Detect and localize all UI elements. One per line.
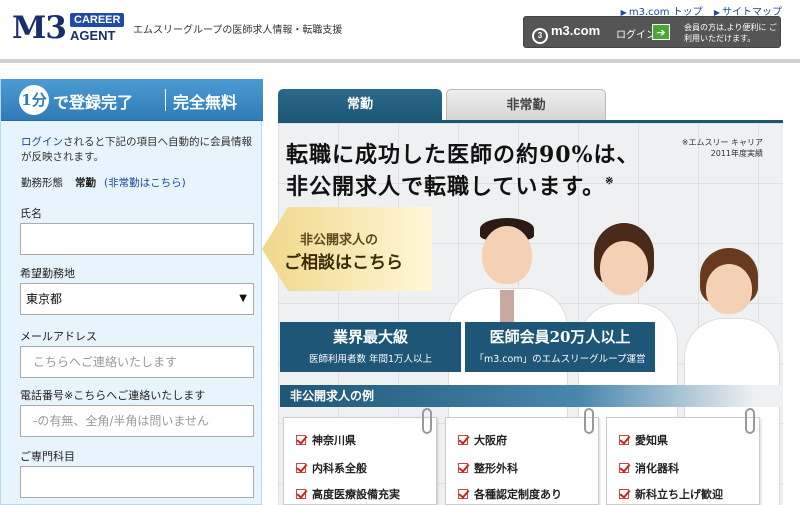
login-arrow-icon: ➔: [652, 24, 670, 40]
m3-brand: 3 m3.com: [532, 23, 600, 44]
stat-members-sub: 「m3.com」のエムスリーグループ運営: [474, 354, 646, 365]
example-item: 大阪府: [458, 432, 507, 448]
hero-headline-2: 非公開求人で転職しています。※: [286, 169, 615, 201]
paperclip-icon: [745, 408, 755, 434]
stat-largest-title: 業界最大級: [332, 328, 408, 346]
example-card-1[interactable]: 神奈川県 内科系全般 高度医療設備充実: [283, 408, 437, 505]
example-text: 大阪府: [474, 434, 507, 447]
site-tagline: エムスリーグループの医師求人情報・転職支援: [133, 25, 343, 36]
example-text: 内科系全般: [312, 462, 367, 475]
banner-free-text: 完全無料: [173, 93, 238, 112]
example-card-2[interactable]: 大阪府 整形外科 各種認定制度あり: [445, 408, 599, 505]
m3-brand-label: m3.com: [551, 23, 601, 38]
stat-members-title: 医師会員20万人以上: [489, 328, 631, 346]
phone-label: 電話番号※こちらへご連絡いたします: [20, 389, 206, 402]
stat-members: 医師会員20万人以上 「m3.com」のエムスリーグループ運営: [465, 322, 655, 372]
example-text: 神奈川県: [312, 434, 356, 447]
example-text: 消化器科: [635, 462, 679, 475]
login-note: 会員の方は,より便利に ご利用いただけます。: [684, 23, 777, 43]
example-text: 新科立ち上げ歓迎: [635, 488, 723, 501]
checkbox-icon: [296, 489, 306, 499]
paperclip-icon: [422, 408, 432, 434]
hero-headline-mark: ※: [605, 176, 615, 187]
example-item: 神奈川県: [296, 432, 356, 448]
hero-headline-2-text: 非公開求人で転職しています。: [286, 174, 606, 200]
example-item: 内科系全般: [296, 460, 367, 476]
tab-part-time[interactable]: 非常勤: [446, 89, 606, 121]
consult-line-1: 非公開求人の: [300, 233, 379, 248]
logo-agent: AGENT: [70, 28, 116, 43]
checkbox-icon: [619, 463, 629, 473]
example-text: 各種認定制度あり: [474, 488, 562, 501]
paperclip-icon: [584, 408, 594, 434]
stat-largest-sub: 医師利用者数 年間1万人以上: [308, 354, 433, 365]
example-text: 高度医療設備充実: [312, 488, 400, 501]
registration-banner: 1分 で登録完了 完全無料: [1, 79, 263, 121]
area-value: 東京都: [26, 292, 63, 306]
example-item: 高度医療設備充実: [296, 486, 400, 502]
name-label: 氏名: [20, 207, 42, 220]
email-label: メールアドレス: [20, 330, 97, 343]
one-minute-badge: 1分: [19, 85, 49, 115]
checkbox-icon: [296, 435, 306, 445]
consult-line-2: ご相談はこちら: [284, 253, 403, 273]
work-type-label: 勤務形態: [21, 177, 63, 189]
checkbox-icon: [458, 489, 468, 499]
email-input[interactable]: こちらへご連絡いたします: [20, 346, 254, 378]
checkbox-icon: [296, 463, 306, 473]
form-intro: ログインされると下記の項目へ自動的に会員情報が反映されます。 勤務形態 常勤 (非常…: [21, 135, 257, 190]
specialty-label: ご専門科目: [20, 450, 75, 463]
stat-largest: 業界最大級 医師利用者数 年間1万人以上: [280, 322, 461, 372]
example-item: 愛知県: [619, 432, 668, 448]
checkbox-icon: [619, 435, 629, 445]
example-item: 整形外科: [458, 460, 518, 476]
tab-full-time[interactable]: 常勤: [278, 89, 442, 121]
checkbox-icon: [458, 435, 468, 445]
caret-down-icon: ▼: [239, 293, 247, 304]
example-text: 愛知県: [635, 434, 668, 447]
example-item: 消化器科: [619, 460, 679, 476]
login-link[interactable]: ログイン: [21, 136, 63, 148]
hero-footnote: ※エムスリー キャリア 2011年度実績: [682, 137, 763, 159]
work-type-value: 常勤: [75, 177, 96, 189]
footnote-line-2: 2011年度実績: [710, 149, 763, 158]
login-note-text: ログインされると下記の項目へ自動的に会員情報が反映されます。: [21, 135, 257, 165]
part-time-link[interactable]: (非常勤はこちら): [104, 177, 186, 189]
site-logo[interactable]: M3 CAREER AGENT: [12, 10, 125, 46]
checkbox-icon: [619, 489, 629, 499]
m3-ring-icon: 3: [532, 28, 548, 44]
example-card-3[interactable]: 愛知県 消化器科 新科立ち上げ歓迎: [606, 408, 760, 505]
example-item: 新科立ち上げ歓迎: [619, 486, 723, 502]
footnote-line-1: ※エムスリー キャリア: [681, 138, 763, 147]
area-select[interactable]: 東京都 ▼: [20, 283, 254, 315]
example-text: 整形外科: [474, 462, 518, 475]
logo-career: CAREER: [70, 13, 125, 27]
logo-m3: M3: [12, 10, 67, 46]
banner-divider: [165, 89, 166, 111]
area-label: 希望勤務地: [20, 267, 75, 280]
hero-headline-1: 転職に成功した医師の約90%は、: [286, 142, 640, 168]
example-item: 各種認定制度あり: [458, 486, 562, 502]
site-header: M3 CAREER AGENT エムスリーグループの医師求人情報・転職支援 ▶ m…: [0, 0, 800, 63]
phone-input[interactable]: -の有無、全角/半角は問いません: [20, 405, 254, 437]
work-type-row: 勤務形態 常勤 (非常勤はこちら): [21, 175, 257, 190]
name-input[interactable]: [20, 223, 254, 255]
banner-main-text: で登録完了: [53, 93, 134, 112]
specialty-input[interactable]: [20, 466, 254, 498]
m3-login-button[interactable]: 3 m3.com ログイン ➔ 会員の方は,より便利に ご利用いただけます。: [523, 16, 781, 48]
checkbox-icon: [458, 463, 468, 473]
login-label: ログイン: [616, 30, 656, 41]
examples-heading: 非公開求人の例: [280, 385, 780, 407]
